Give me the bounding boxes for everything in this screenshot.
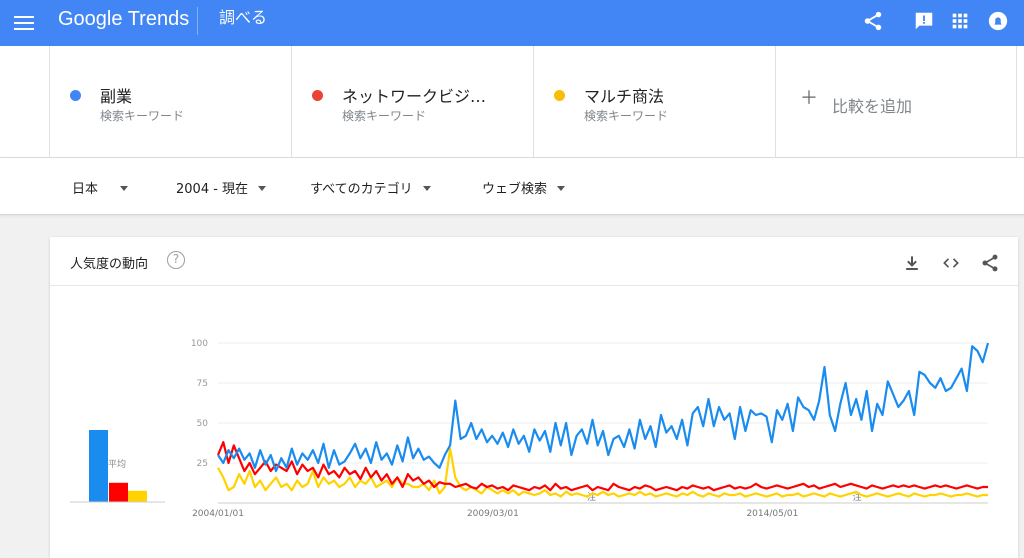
- y-tick-label: 75: [197, 379, 208, 389]
- interest-over-time-card: 人気度の動向 ? 100 75 50 25 2004/01/01 2009/03/01 20…: [50, 237, 1018, 558]
- average-bar-2: [109, 482, 128, 502]
- term-name: マルチ商法: [584, 87, 665, 106]
- category-value: すべてのカテゴリ: [310, 182, 413, 197]
- average-bar-1: [89, 430, 108, 502]
- google-trends-logo[interactable]: Google Trends: [58, 7, 189, 31]
- apps-icon[interactable]: [949, 10, 971, 32]
- region-value: 日本: [72, 182, 99, 197]
- term-color-dot: [70, 90, 81, 101]
- average-bar-3: [128, 490, 147, 502]
- term-color-dot: [554, 90, 565, 101]
- term-name: ネットワークビジ…: [342, 87, 487, 106]
- feedback-icon[interactable]: [913, 10, 935, 32]
- search-term-2[interactable]: ネットワークビジ… 検索キーワード: [291, 46, 533, 158]
- region-dropdown[interactable]: 日本: [72, 178, 129, 197]
- plus-icon: ＋: [800, 88, 818, 109]
- term-type: 検索キーワード: [342, 109, 427, 123]
- x-tick-label: 2014/05/01: [746, 509, 798, 519]
- top-app-bar: Google Trends 調べる: [0, 0, 1024, 46]
- y-tick-label: 50: [197, 419, 209, 429]
- share-icon[interactable]: [862, 10, 884, 32]
- x-tick-label: 2009/03/01: [467, 509, 519, 519]
- trend-chart: 1007550252004/01/01 2009/03/01 2014/05/01注…: [70, 339, 990, 519]
- term-name: 副業: [100, 87, 133, 106]
- search-type-value: ウェブ検索: [482, 182, 548, 197]
- category-dropdown[interactable]: すべてのカテゴリ: [310, 178, 431, 197]
- period-dropdown[interactable]: 2004 - 現在: [176, 178, 267, 197]
- page-title: 調べる: [219, 8, 268, 27]
- add-comparison-label: 比較を追加: [832, 97, 913, 116]
- chevron-down-icon: [422, 186, 431, 191]
- chevron-down-icon: [120, 186, 129, 191]
- search-type-dropdown[interactable]: ウェブ検索: [482, 178, 566, 197]
- y-tick-label: 25: [197, 459, 208, 469]
- add-comparison-button[interactable]: ＋ 比較を追加: [775, 46, 1017, 158]
- term-type: 検索キーワード: [584, 109, 669, 123]
- chevron-down-icon: [557, 186, 566, 191]
- search-term-1[interactable]: 副業 検索キーワード: [49, 46, 291, 158]
- header-divider: [197, 7, 198, 35]
- search-terms-bar: 副業 検索キーワード ネットワークビジ… 検索キーワード マルチ商法 検索キーワ…: [0, 46, 1024, 158]
- account-icon[interactable]: [987, 10, 1009, 32]
- menu-icon[interactable]: [14, 13, 34, 33]
- x-tick-label: 2004/01/01: [192, 509, 244, 519]
- average-label: 平均: [108, 460, 127, 470]
- y-tick-label: 100: [191, 339, 208, 349]
- series-line-1: [217, 342, 990, 473]
- chevron-down-icon: [258, 186, 267, 191]
- period-value: 2004 - 現在: [176, 182, 249, 197]
- term-type: 検索キーワード: [100, 109, 185, 123]
- filter-bar: 日本 2004 - 現在 すべてのカテゴリ ウェブ検索: [0, 158, 1024, 215]
- term-color-dot: [312, 90, 323, 101]
- search-term-3[interactable]: マルチ商法 検索キーワード: [533, 46, 775, 158]
